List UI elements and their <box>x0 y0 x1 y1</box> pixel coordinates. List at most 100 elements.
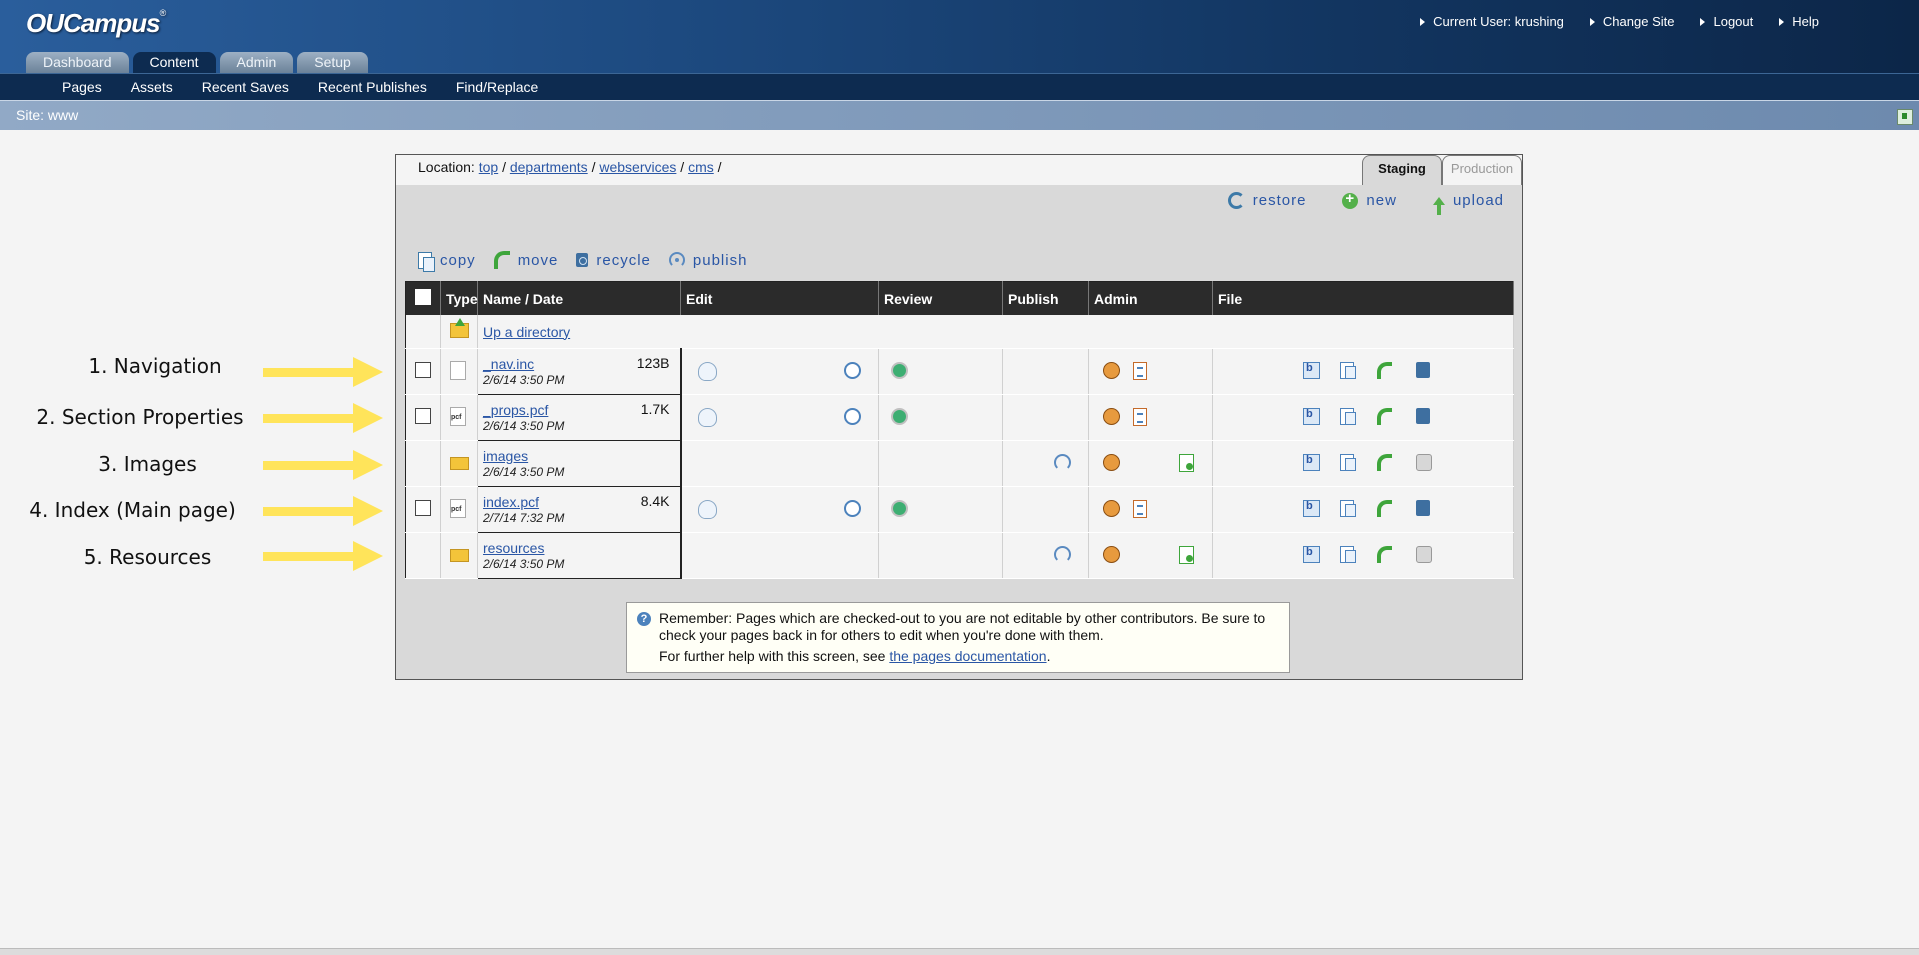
recycle-icon <box>576 253 589 267</box>
table-row: images 2/6/14 3:50 PM <box>405 440 1514 487</box>
clock-icon[interactable] <box>843 500 861 517</box>
up-directory-link[interactable]: Up a directory <box>483 324 570 340</box>
admin-user-icon[interactable] <box>1103 454 1120 471</box>
upload-button[interactable]: upload <box>1432 192 1504 215</box>
rename-icon[interactable] <box>1303 408 1320 425</box>
new-button[interactable]: new <box>1342 190 1397 209</box>
crumb-cms[interactable]: cms <box>688 159 714 175</box>
crumb-top[interactable]: top <box>479 159 498 175</box>
move-icon[interactable] <box>1377 362 1392 379</box>
copy-button[interactable]: copy <box>418 251 476 272</box>
help-link[interactable]: Help <box>1779 14 1819 29</box>
recycle-icon[interactable] <box>1416 408 1430 424</box>
copy-icon[interactable] <box>1340 408 1356 425</box>
publish-icon[interactable] <box>1054 454 1071 471</box>
file-browser-panel: Location: top / departments / webservice… <box>395 154 1523 680</box>
publish-icon[interactable] <box>1054 546 1071 563</box>
publish-button[interactable]: publish <box>668 251 748 269</box>
new-page-icon[interactable] <box>1179 454 1194 472</box>
file-icon <box>450 360 466 380</box>
tab-staging[interactable]: Staging <box>1362 155 1442 185</box>
log-icon[interactable] <box>1133 362 1147 380</box>
crumb-webservices[interactable]: webservices <box>599 159 676 175</box>
crumb-departments[interactable]: departments <box>510 159 588 175</box>
admin-user-icon[interactable] <box>1103 362 1120 379</box>
type-cell <box>440 532 478 579</box>
subnav-recent-publishes[interactable]: Recent Publishes <box>318 79 427 95</box>
new-page-icon[interactable] <box>1179 546 1194 564</box>
type-cell <box>440 440 478 487</box>
pages-documentation-link[interactable]: the pages documentation <box>889 648 1046 664</box>
move-icon[interactable] <box>1377 454 1392 471</box>
tab-production[interactable]: Production <box>1442 155 1522 185</box>
clock-icon[interactable] <box>843 408 861 425</box>
remember-notice: ? Remember: Pages which are checked-out … <box>626 602 1290 673</box>
rename-icon[interactable] <box>1303 546 1320 563</box>
header-name-date[interactable]: Name / Date <box>477 281 681 315</box>
breadcrumb: Location: top / departments / webservice… <box>418 159 722 175</box>
locked-icon[interactable] <box>1416 546 1432 563</box>
tab-dashboard[interactable]: Dashboard <box>26 52 129 73</box>
subnav-find-replace[interactable]: Find/Replace <box>456 79 539 95</box>
rename-icon[interactable] <box>1303 454 1320 471</box>
file-actions-cell <box>1212 394 1514 441</box>
recycle-icon[interactable] <box>1416 362 1430 378</box>
review-icon[interactable] <box>891 408 908 425</box>
lightbulb-icon[interactable] <box>697 500 717 519</box>
file-name-link[interactable]: _nav.inc <box>483 356 534 372</box>
admin-cell <box>1088 486 1213 533</box>
current-user-link[interactable]: Current User: krushing <box>1420 14 1564 29</box>
subnav-recent-saves[interactable]: Recent Saves <box>202 79 289 95</box>
move-icon[interactable] <box>1377 500 1392 517</box>
subnav-assets[interactable]: Assets <box>131 79 173 95</box>
clock-icon[interactable] <box>843 362 861 379</box>
select-all-checkbox[interactable] <box>415 289 431 305</box>
rename-icon[interactable] <box>1303 500 1320 517</box>
review-cell <box>878 532 1003 579</box>
file-name-link[interactable]: _props.pcf <box>483 402 548 418</box>
file-date: 2/6/14 3:50 PM <box>483 419 565 433</box>
log-icon[interactable] <box>1133 500 1147 518</box>
bulk-actions: copy move recycle publish <box>418 251 748 272</box>
admin-user-icon[interactable] <box>1103 546 1120 563</box>
copy-icon[interactable] <box>1340 362 1356 379</box>
lightbulb-icon[interactable] <box>697 362 717 381</box>
folder-name-link[interactable]: images <box>483 448 528 464</box>
subnav-pages[interactable]: Pages <box>62 79 102 95</box>
up-folder-icon <box>450 317 469 338</box>
lightbulb-icon[interactable] <box>697 408 717 427</box>
review-icon[interactable] <box>891 500 908 517</box>
move-button[interactable]: move <box>493 251 559 269</box>
copy-icon[interactable] <box>1340 500 1356 517</box>
admin-user-icon[interactable] <box>1103 500 1120 517</box>
file-name-link[interactable]: index.pcf <box>483 494 539 510</box>
restore-button[interactable]: restore <box>1227 192 1307 209</box>
row-checkbox[interactable] <box>415 408 431 424</box>
up-directory-row: Up a directory <box>405 315 1514 349</box>
review-icon[interactable] <box>891 362 908 379</box>
tab-content[interactable]: Content <box>132 52 216 73</box>
recycle-button[interactable]: recycle <box>576 251 651 269</box>
move-icon[interactable] <box>1377 408 1392 425</box>
folder-name-link[interactable]: resources <box>483 540 544 556</box>
tab-setup[interactable]: Setup <box>297 52 368 73</box>
annotation-section-properties: 2. Section Properties <box>36 405 244 429</box>
row-checkbox[interactable] <box>415 362 431 378</box>
admin-user-icon[interactable] <box>1103 408 1120 425</box>
log-icon[interactable] <box>1133 408 1147 426</box>
copy-icon[interactable] <box>1340 546 1356 563</box>
logout-link[interactable]: Logout <box>1700 14 1753 29</box>
row-checkbox[interactable] <box>415 500 431 516</box>
locked-icon[interactable] <box>1416 454 1432 471</box>
move-icon[interactable] <box>1377 546 1392 563</box>
recycle-icon[interactable] <box>1416 500 1430 516</box>
change-site-link[interactable]: Change Site <box>1589 14 1674 29</box>
checkbox-cell <box>405 440 441 487</box>
copy-icon[interactable] <box>1340 454 1356 471</box>
rename-icon[interactable] <box>1303 362 1320 379</box>
header-admin: Admin <box>1088 281 1213 315</box>
tab-admin[interactable]: Admin <box>219 52 294 73</box>
site-export-icon[interactable] <box>1897 109 1913 125</box>
app-logo[interactable]: OUCampus® <box>26 8 166 39</box>
triangle-right-icon <box>1420 17 1426 26</box>
